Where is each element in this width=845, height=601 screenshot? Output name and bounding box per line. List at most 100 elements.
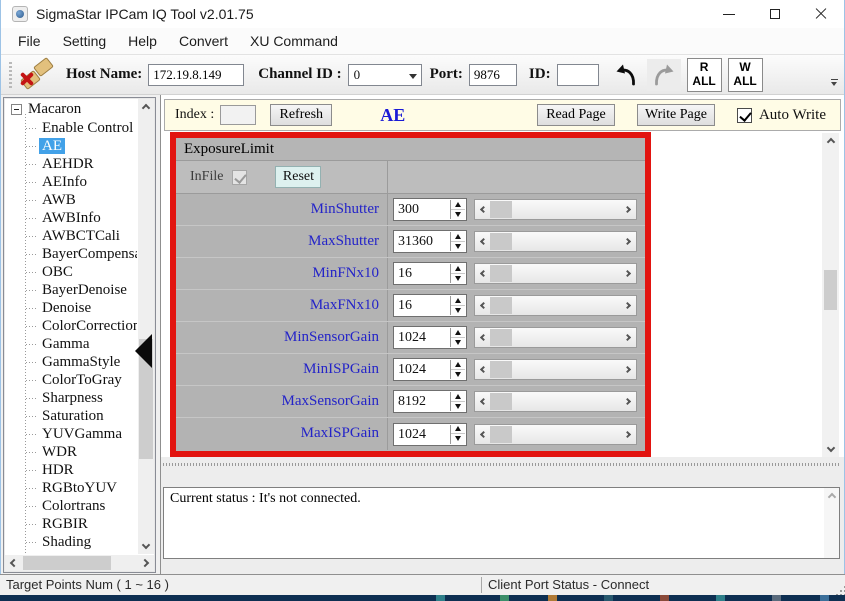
collapse-expander-icon[interactable] <box>11 104 22 115</box>
scroll-left-icon[interactable] <box>475 232 489 251</box>
tree-item[interactable]: WDR <box>6 443 137 461</box>
infile-checkbox[interactable] <box>232 170 247 185</box>
scroll-left-icon[interactable] <box>475 425 489 444</box>
form-vertical-scrollbar[interactable] <box>822 133 839 457</box>
value-scrollbar[interactable] <box>474 263 637 284</box>
scroll-left-icon[interactable] <box>475 264 489 283</box>
scroll-right-icon[interactable] <box>139 555 154 571</box>
value-scrollbar[interactable] <box>474 231 637 252</box>
spinner-up-button[interactable] <box>451 200 465 210</box>
scroll-up-icon[interactable] <box>822 133 839 148</box>
tree-item[interactable]: Saturation <box>6 407 137 425</box>
sidebar-collapse-arrow[interactable] <box>135 334 152 368</box>
scrollbar-thumb[interactable] <box>490 329 512 346</box>
scrollbar-thumb[interactable] <box>490 233 512 250</box>
title-bar[interactable]: SigmaStar IPCam IQ Tool v2.01.75 <box>1 0 844 28</box>
scroll-right-icon[interactable] <box>622 360 636 379</box>
value-spinner[interactable]: 300 <box>393 198 467 221</box>
host-name-input[interactable] <box>148 64 244 86</box>
spinner-up-button[interactable] <box>451 360 465 370</box>
value-spinner[interactable]: 1024 <box>393 423 467 446</box>
refresh-button[interactable]: Refresh <box>270 104 332 126</box>
scrollbar-thumb[interactable] <box>490 393 512 410</box>
auto-write-checkbox[interactable] <box>737 108 752 123</box>
spinner-up-button[interactable] <box>451 264 465 274</box>
scrollbar-thumb[interactable] <box>490 201 512 218</box>
scroll-left-icon[interactable] <box>475 200 489 219</box>
write-page-button[interactable]: Write Page <box>637 104 715 126</box>
tree-item[interactable]: RGBtoYUV <box>6 479 137 497</box>
scrollbar-thumb[interactable] <box>490 361 512 378</box>
tree-item[interactable]: BayerCompensat <box>6 245 137 263</box>
port-input[interactable] <box>469 64 517 86</box>
scroll-right-icon[interactable] <box>622 200 636 219</box>
log-vertical-scrollbar[interactable] <box>824 488 839 558</box>
scroll-right-icon[interactable] <box>622 328 636 347</box>
value-spinner[interactable]: 31360 <box>393 230 467 253</box>
value-scrollbar[interactable] <box>474 295 637 316</box>
toolbar-overflow-button[interactable] <box>828 76 840 89</box>
tree-item[interactable]: Gamma <box>6 335 137 353</box>
menu-item[interactable]: Help <box>117 29 168 53</box>
scroll-left-icon[interactable] <box>475 360 489 379</box>
value-scrollbar[interactable] <box>474 391 637 412</box>
value-spinner[interactable]: 1024 <box>393 326 467 349</box>
value-scrollbar[interactable] <box>474 199 637 220</box>
tree-hscroll-thumb[interactable] <box>23 556 111 570</box>
scroll-up-icon[interactable] <box>138 99 154 114</box>
scroll-down-icon[interactable] <box>138 539 154 554</box>
id-input[interactable] <box>557 64 599 86</box>
spinner-down-button[interactable] <box>451 242 465 252</box>
index-input[interactable] <box>220 105 256 125</box>
read-page-button[interactable]: Read Page <box>537 104 615 126</box>
scrollbar-thumb[interactable] <box>490 426 512 443</box>
spinner-down-button[interactable] <box>451 402 465 412</box>
spinner-up-button[interactable] <box>451 232 465 242</box>
undo-button[interactable] <box>609 59 643 91</box>
value-spinner[interactable]: 16 <box>393 294 467 317</box>
spinner-down-button[interactable] <box>451 210 465 220</box>
value-scrollbar[interactable] <box>474 327 637 348</box>
menu-item[interactable]: XU Command <box>239 29 349 53</box>
toolbar-grip[interactable] <box>9 62 12 88</box>
tree-item[interactable]: ColorCorrection <box>6 317 137 335</box>
spinner-down-button[interactable] <box>451 274 465 284</box>
value-scrollbar[interactable] <box>474 424 637 445</box>
tree-item[interactable]: AEHDR <box>6 155 137 173</box>
tree-horizontal-scrollbar[interactable] <box>5 555 154 571</box>
splitter-handle[interactable] <box>163 463 841 466</box>
tree-item[interactable]: OBC <box>6 263 137 281</box>
spinner-down-button[interactable] <box>451 370 465 380</box>
tree-item[interactable]: BayerDenoise <box>6 281 137 299</box>
menu-item[interactable]: File <box>7 29 52 53</box>
scroll-left-icon[interactable] <box>5 555 20 571</box>
scroll-left-icon[interactable] <box>475 296 489 315</box>
scroll-down-icon[interactable] <box>822 442 839 457</box>
scroll-left-icon[interactable] <box>475 392 489 411</box>
menu-item[interactable]: Setting <box>52 29 118 53</box>
spinner-up-button[interactable] <box>451 328 465 338</box>
scrollbar-thumb[interactable] <box>490 265 512 282</box>
tree-item[interactable]: Colortrans <box>6 497 137 515</box>
channel-id-dropdown[interactable]: 0 <box>348 64 422 86</box>
redo-button[interactable] <box>647 59 681 91</box>
tree-item[interactable]: Denoise <box>6 299 137 317</box>
form-vscroll-thumb[interactable] <box>824 270 837 310</box>
resize-grip[interactable] <box>840 590 842 592</box>
scroll-up-icon[interactable] <box>824 488 839 503</box>
tree-item[interactable]: Enable Control <box>6 119 137 137</box>
spinner-down-button[interactable] <box>451 434 465 444</box>
maximize-button[interactable] <box>752 0 798 28</box>
tree-item[interactable]: TrueVividMode <box>6 551 137 554</box>
tree-item[interactable]: AWB <box>6 191 137 209</box>
menu-item[interactable]: Convert <box>168 29 239 53</box>
spinner-up-button[interactable] <box>451 425 465 435</box>
tree-vertical-scrollbar[interactable] <box>138 99 154 554</box>
write-all-button[interactable]: W ALL <box>728 58 763 92</box>
scrollbar-thumb[interactable] <box>490 297 512 314</box>
tree-item[interactable]: AWBCTCali <box>6 227 137 245</box>
minimize-button[interactable] <box>706 0 752 28</box>
scroll-left-icon[interactable] <box>475 328 489 347</box>
value-spinner[interactable]: 1024 <box>393 358 467 381</box>
value-spinner[interactable]: 8192 <box>393 390 467 413</box>
